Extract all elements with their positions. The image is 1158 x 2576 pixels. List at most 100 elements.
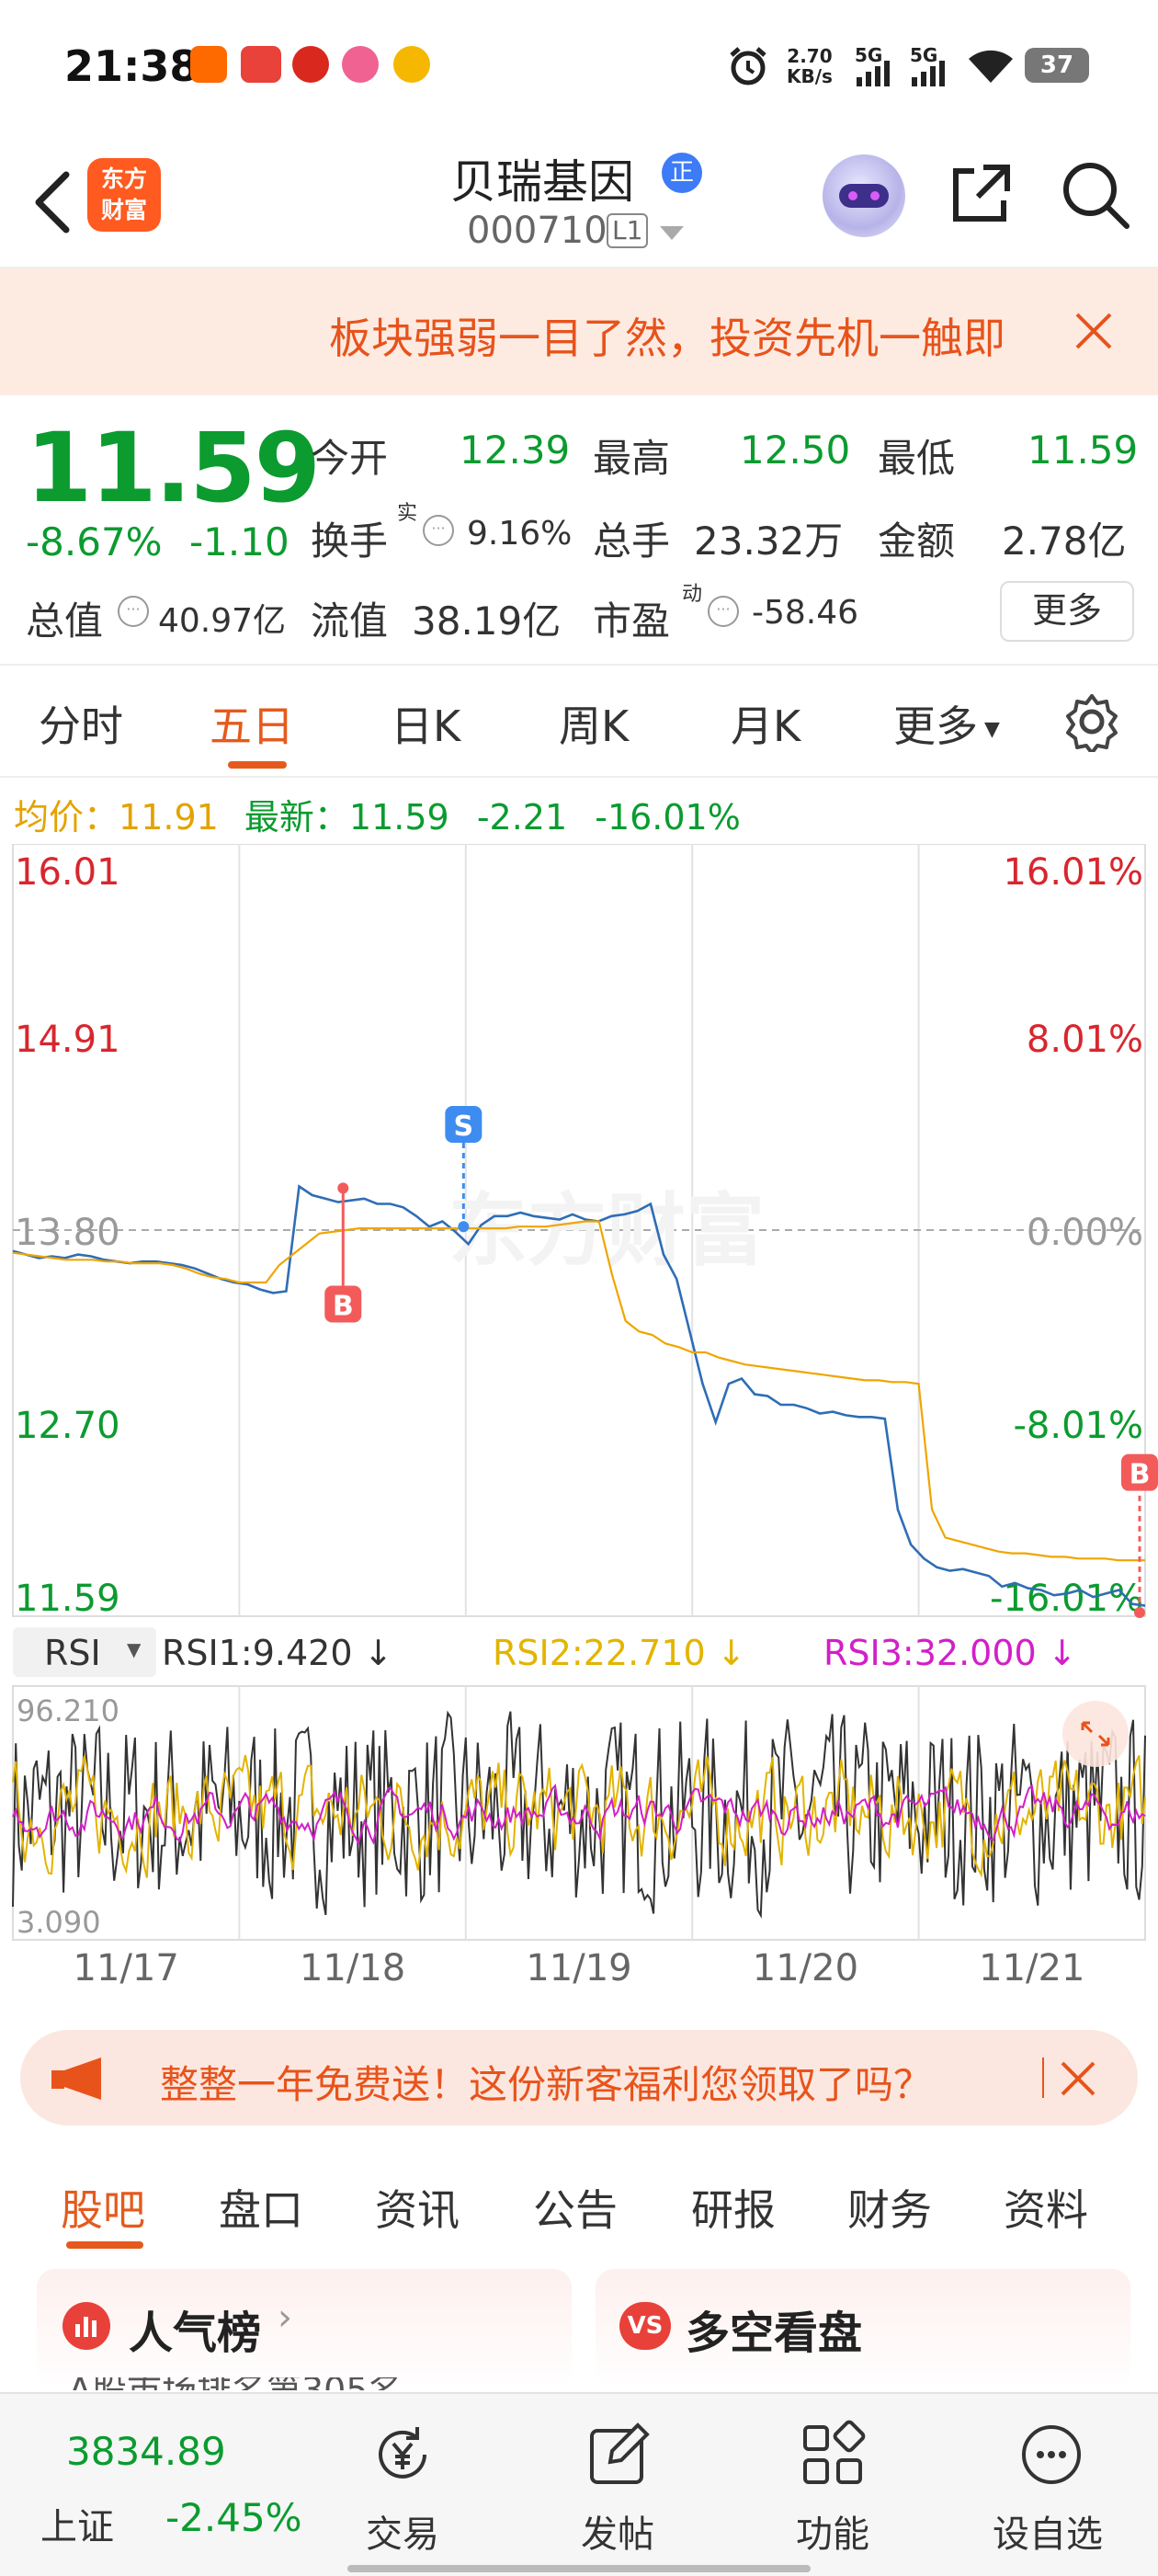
info-dots-icon-2[interactable]: ···	[118, 596, 149, 627]
bull-bear-title: 多空看盘	[686, 2308, 863, 2359]
tab-more-label: 更多	[893, 701, 978, 751]
tab-more[interactable]: 更多 ▼	[893, 693, 1000, 754]
index-value[interactable]: 3834.89	[66, 2429, 226, 2474]
post-edit-icon[interactable]	[585, 2420, 654, 2490]
stock-name: 贝瑞基因	[450, 155, 634, 209]
chart-watermark: 东方财富	[448, 1185, 765, 1277]
x-tick-label: 11/20	[753, 1947, 858, 1984]
price-tick-label: 13.80	[15, 1212, 120, 1254]
low-value: 11.59	[1027, 427, 1139, 473]
app-notification-icon-3	[342, 46, 379, 83]
banner-text[interactable]: 板块强弱一目了然，投资先机一触即	[329, 305, 1027, 366]
trade-label[interactable]: 交易	[366, 2504, 439, 2558]
index-name[interactable]: 上证	[40, 2497, 114, 2550]
popularity-title: 人气榜	[129, 2308, 262, 2359]
amount-label: 金额	[878, 519, 956, 564]
expand-button-bg	[1062, 1701, 1129, 1767]
post-label[interactable]: 发帖	[581, 2504, 654, 2558]
home-indicator[interactable]	[347, 2565, 811, 2572]
amount-value: 2.78亿	[1002, 519, 1127, 564]
trade-yen-icon[interactable]	[368, 2420, 437, 2490]
clock: 21:38	[64, 41, 199, 91]
rsi-frame	[12, 1685, 1146, 1941]
function-grid-icon[interactable]	[798, 2420, 868, 2490]
weibo-icon	[393, 46, 430, 83]
promo-text[interactable]: 整整一年免费送！这份新客福利您领取了吗？	[160, 2054, 932, 2110]
dropdown-arrow-icon[interactable]	[660, 226, 684, 240]
promo-banner[interactable]: 板块强弱一目了然，投资先机一触即	[0, 268, 1158, 395]
x-tick-label: 11/17	[74, 1947, 179, 1984]
open-label: 今开	[311, 436, 389, 481]
tab-weekly-k[interactable]: 周K	[559, 693, 629, 754]
tab-announcements[interactable]: 公告	[533, 2177, 618, 2238]
tab-daily-k[interactable]: 日K	[391, 693, 460, 754]
rsi3-value: RSI3:32.000 ↓	[823, 1633, 1077, 1673]
rsi-max-label: 96.210	[17, 1693, 119, 1728]
tab-news[interactable]: 资讯	[375, 2177, 460, 2238]
rsi-indicator-chart[interactable]: 96.210 3.090 11/17 11/18 11/19 11/20 11/21	[0, 1681, 1158, 1984]
function-label[interactable]: 功能	[796, 2504, 869, 2558]
back-arrow-icon[interactable]	[26, 165, 81, 239]
eastmoney-logo[interactable]: 东方 财富	[87, 158, 161, 232]
speed-value: 2.70	[787, 45, 833, 67]
latest-value: 11.59	[348, 797, 449, 838]
bull-bear-card[interactable]: VS 多空看盘	[596, 2269, 1130, 2388]
dropdown-arrow-icon-2: ▼	[127, 1638, 142, 1660]
logo-text-bottom: 财富	[100, 197, 147, 223]
pct-tick-label: 8.01%	[1027, 1019, 1143, 1061]
tab-finance[interactable]: 财务	[847, 2177, 932, 2238]
tab-guba[interactable]: 股吧	[61, 2177, 145, 2238]
tab-monthly-k[interactable]: 月K	[731, 693, 800, 754]
sell-marker-label: S	[454, 1111, 474, 1143]
rsi2-value: RSI2:22.710 ↓	[493, 1633, 746, 1673]
status-bar: 21:38 2.70 KB/s 5G 5G 37	[0, 0, 1158, 138]
rsi-min-label: 3.090	[17, 1905, 101, 1940]
turnover-sup: 实	[397, 502, 418, 525]
settings-gear-icon[interactable]	[1062, 691, 1122, 752]
avg-label: 均价：	[14, 797, 119, 838]
level-badge[interactable]: L1	[607, 213, 649, 248]
five-day-price-chart[interactable]: 东方财富 16.01 16.01% 14.91 8.01% 13.80 0.00% 12.70…	[0, 844, 1158, 1625]
close-icon[interactable]	[1073, 311, 1114, 351]
tab-more-arrow-icon: ▼	[978, 718, 1000, 741]
wifi-icon	[969, 50, 1013, 83]
price-tick-label: 11.59	[15, 1578, 120, 1620]
tab-five-day[interactable]: 五日	[210, 693, 294, 754]
high-label: 最高	[593, 436, 671, 481]
divider	[1042, 2057, 1044, 2098]
add-watchlist-icon[interactable]	[1016, 2420, 1086, 2490]
rsi-header: RSI ▼ RSI1:9.420 ↓ RSI2:22.710 ↓ RSI3:32…	[13, 1627, 1145, 1679]
x-tick-label: 11/18	[300, 1947, 405, 1984]
float-value: 38.19亿	[412, 598, 562, 644]
tab-research[interactable]: 研报	[691, 2177, 776, 2238]
low-label: 最低	[878, 436, 956, 481]
pct-tick-label: 0.00%	[1027, 1212, 1143, 1254]
popularity-card[interactable]: 人气榜 › A股市场排名第305名	[37, 2269, 572, 2390]
buy-marker-label: B	[1130, 1459, 1151, 1491]
index-change[interactable]: -2.45%	[165, 2495, 302, 2540]
rsi-select[interactable]: RSI ▼	[13, 1627, 156, 1677]
marker-point	[337, 1182, 349, 1194]
stock-code[interactable]: 000710	[467, 210, 607, 252]
more-button[interactable]: 更多	[1000, 581, 1134, 642]
tab-profile[interactable]: 资料	[1004, 2177, 1088, 2238]
chart-tabs: 分时 五日 日K 周K 月K 更多 ▼	[0, 664, 1158, 778]
change-percent: -8.67%	[26, 519, 163, 564]
info-dots-icon[interactable]: ···	[423, 515, 454, 546]
avg-value: 11.91	[119, 797, 219, 838]
tab-pankou[interactable]: 盘口	[219, 2177, 303, 2238]
pe-label: 市盈	[593, 598, 671, 644]
buy-marker-label: B	[333, 1291, 354, 1323]
close-icon-2[interactable]	[1059, 2059, 1097, 2098]
share-icon[interactable]	[947, 158, 1016, 228]
ai-robot-icon[interactable]	[823, 154, 905, 237]
rsi-select-label: RSI	[44, 1633, 101, 1673]
network-speed: 2.70 KB/s	[787, 46, 833, 86]
info-dots-icon-3[interactable]: ···	[708, 596, 739, 627]
price-tick-label: 16.01	[15, 851, 120, 894]
volume-value: 23.32万	[694, 519, 844, 564]
promo-bar[interactable]: 整整一年免费送！这份新客福利您领取了吗？	[20, 2030, 1138, 2126]
search-icon[interactable]	[1059, 158, 1132, 232]
watchlist-label[interactable]: 设自选	[993, 2504, 1103, 2558]
tab-intraday[interactable]: 分时	[39, 693, 123, 754]
